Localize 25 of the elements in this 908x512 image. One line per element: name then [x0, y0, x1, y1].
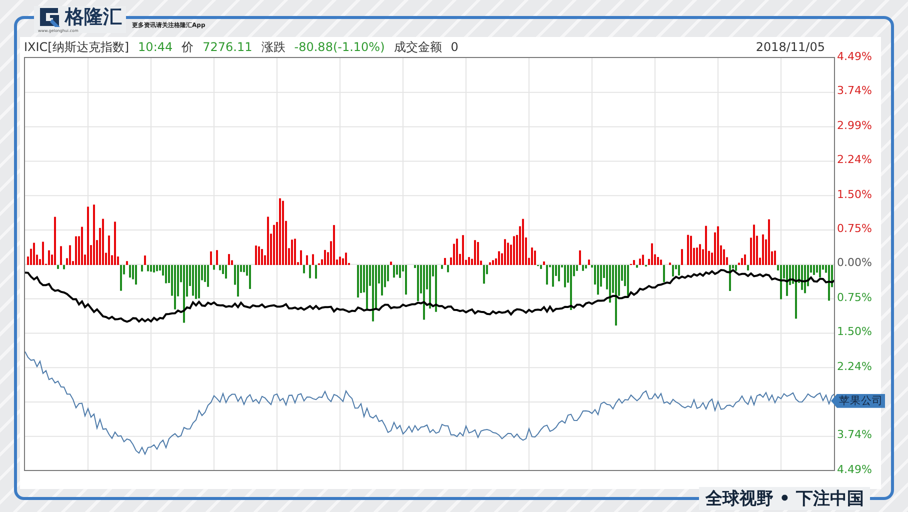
quote-field: 7276.11: [202, 40, 252, 54]
axis-label: 2.24%: [836, 360, 873, 375]
quote-field: IXIC[纳斯达克指数]: [24, 38, 130, 56]
axis-label: 4.49%: [836, 50, 873, 65]
quote-field: 涨跌: [261, 38, 286, 56]
axis-label: 4.49%: [836, 462, 873, 475]
axis-label: 0.00%: [836, 256, 873, 272]
axis-label: 3.74%: [836, 428, 873, 444]
date-text: 2018/11/05: [756, 40, 825, 54]
logo-icon: [38, 6, 62, 28]
axis-label: 2.99%: [836, 118, 873, 134]
brand-name: 格隆汇: [65, 6, 122, 28]
quote-field: -80.88(-1.10%): [294, 40, 385, 54]
axis-label: 0.75%: [836, 290, 873, 306]
axis-label: 2.24%: [836, 153, 873, 168]
quote-field: 价: [182, 38, 194, 56]
series-tag: 苹果公司: [831, 394, 885, 408]
axis-label: 1.50%: [836, 188, 873, 203]
axis-label: 3.74%: [836, 84, 873, 100]
quote-field: 0: [450, 40, 458, 54]
axis-label: 1.50%: [836, 325, 873, 340]
quote-field: 成交金额: [394, 38, 442, 56]
axis-label: 0.75%: [836, 222, 873, 237]
quote-field: 10:44: [138, 40, 173, 54]
slogan-text: 全球视野 • 下注中国: [699, 487, 870, 510]
